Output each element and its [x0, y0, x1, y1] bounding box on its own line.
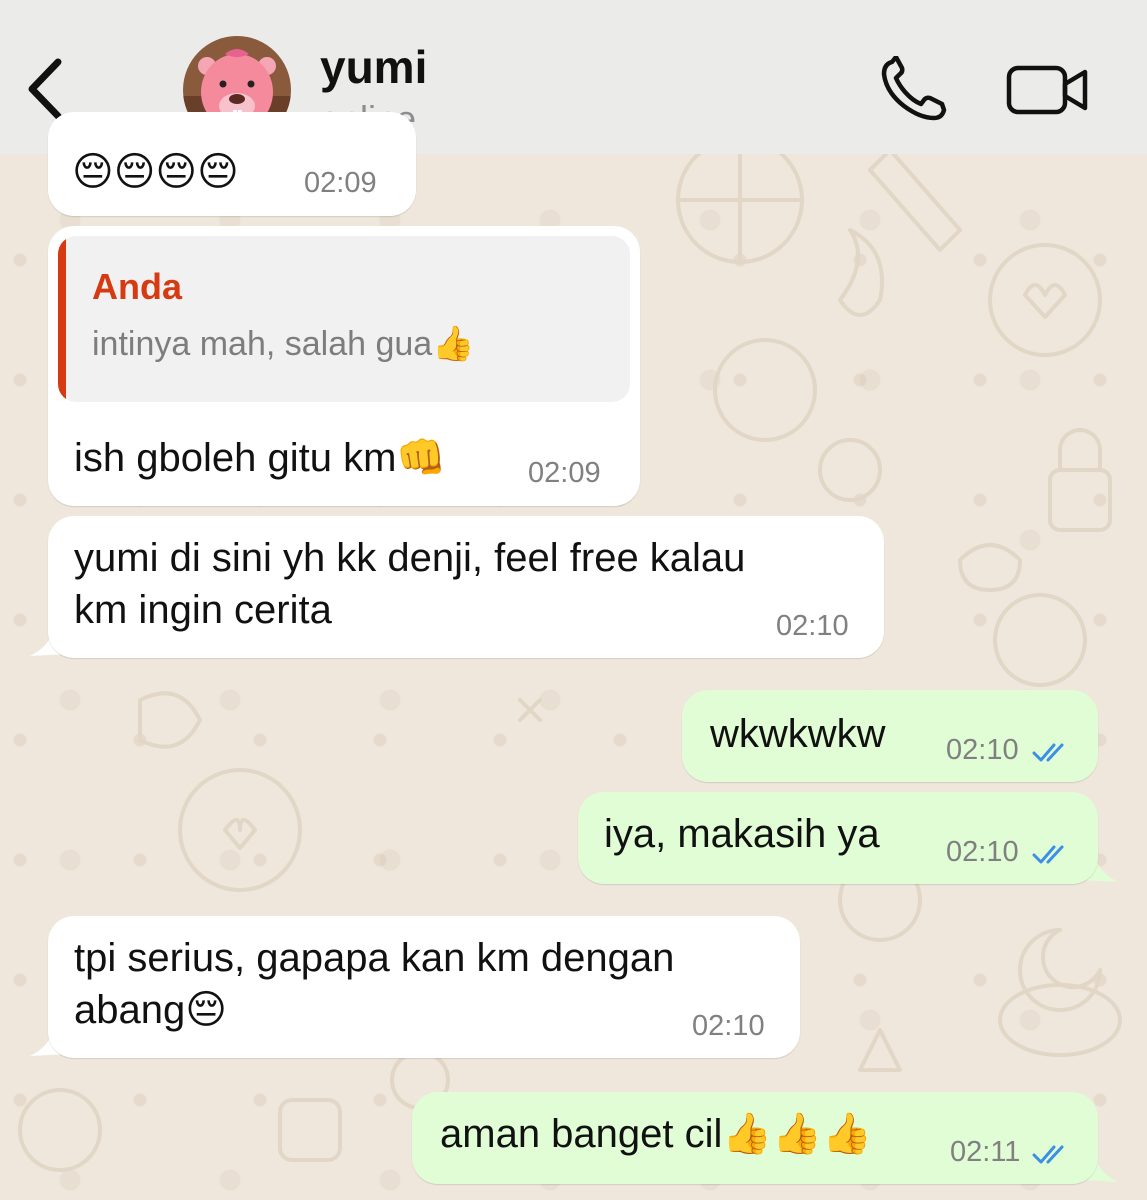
message-text: iya, makasih ya [604, 812, 880, 856]
message-bubble-incoming-reply[interactable]: Anda intinya mah, salah gua👍 ish gboleh … [48, 226, 640, 506]
quoted-message[interactable]: Anda intinya mah, salah gua👍 [58, 236, 630, 402]
message-time: 02:09 [304, 167, 377, 199]
message-text: 😔😔😔😔 [72, 150, 239, 194]
message-bubble-outgoing[interactable]: iya, makasih ya 02:10 [578, 792, 1098, 884]
message-bubble-incoming[interactable]: tpi serius, gapapa kan km dengan abang😔 … [48, 916, 800, 1058]
message-time: 02:11 [950, 1136, 1021, 1168]
message-text: yumi di sini yh kk denji, feel free kala… [74, 536, 746, 632]
message-text: wkwkwkw [710, 712, 886, 756]
message-bubble-outgoing[interactable]: wkwkwkw 02:10 [682, 690, 1098, 782]
double-check-icon [1032, 743, 1064, 762]
message-text: aman banget cil👍👍👍 [440, 1112, 872, 1156]
double-check-icon [1032, 845, 1064, 864]
message-text: ish gboleh gitu km👊 [74, 436, 447, 480]
video-camera-icon [1006, 65, 1088, 115]
message-bubble-outgoing[interactable]: aman banget cil👍👍👍 02:11 [412, 1092, 1098, 1184]
voice-call-button[interactable] [878, 54, 948, 122]
quote-text: intinya mah, salah gua👍 [92, 325, 475, 363]
message-bubble-incoming[interactable]: yumi di sini yh kk denji, feel free kala… [48, 516, 884, 658]
contact-name[interactable]: yumi [320, 40, 427, 94]
video-call-button[interactable] [1005, 62, 1091, 118]
message-time: 02:10 [946, 836, 1019, 868]
phone-icon [881, 54, 947, 121]
message-time: 02:10 [776, 610, 849, 642]
quote-accent-bar [58, 236, 66, 402]
message-time: 02:10 [692, 1010, 765, 1042]
message-time: 02:09 [528, 457, 601, 489]
message-text: tpi serius, gapapa kan km dengan abang😔 [74, 936, 675, 1032]
double-check-icon [1032, 1145, 1064, 1164]
quote-author: Anda [92, 266, 182, 307]
message-bubble-incoming[interactable]: 😔😔😔😔 02:09 [48, 112, 416, 216]
message-time: 02:10 [946, 734, 1019, 766]
